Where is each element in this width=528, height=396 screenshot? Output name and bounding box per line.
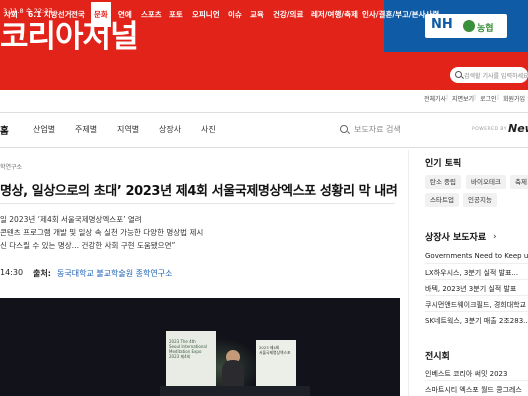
search-icon[interactable]	[455, 71, 462, 78]
sidebar-divider	[408, 150, 409, 396]
nav-item-education[interactable]: 교육	[250, 9, 264, 20]
listed-item-3[interactable]: 바텍, 2023년 3분기 실적 발표	[425, 284, 516, 294]
nav-item-society[interactable]: 사회	[4, 9, 18, 20]
util-print-view[interactable]: 지면보기	[452, 94, 474, 103]
exhibit-item-1[interactable]: 인베스트 코리아 써밋 2023	[425, 369, 507, 379]
exhibit-item-2[interactable]: 스마트시티 엑스포 월드 콩그레스	[425, 385, 522, 395]
article-subtitle-2: 콘텐츠 프로그램 개발 및 일상 속 실천 가능한 다양한 명상법 제시	[0, 228, 204, 237]
source-link[interactable]: 동국대학교 불교학술원 종학연구소	[57, 268, 173, 279]
list-divider	[425, 380, 528, 381]
press-search-icon[interactable]	[340, 125, 348, 133]
nav-item-opinion[interactable]: 오피니언	[192, 9, 220, 20]
listed-item-1[interactable]: Governments Need to Keep up	[425, 252, 528, 260]
nav-item-election[interactable]: 6.1 지방선거	[28, 9, 72, 20]
exhibition-title: 전시회	[425, 352, 450, 362]
tag-carbon-neutral[interactable]: 탄소 중립	[425, 175, 461, 189]
nav-item-sports[interactable]: 스포츠	[141, 9, 162, 20]
ad-banner[interactable]: NH 농협	[384, 0, 528, 52]
section-by-industry[interactable]: 산업별	[33, 124, 55, 135]
article-photo[interactable]: 2023 The 4th Seoul International Meditat…	[0, 298, 400, 396]
article-subtitle-3: 신 다스릴 수 있는 명상… 건강한 사회 구현 도움됐으면”	[0, 241, 176, 250]
nav-item-national[interactable]: 전국	[71, 9, 85, 20]
listed-item-4[interactable]: 쿠시먼앤드웨이크필드, 경희대학교	[425, 300, 526, 310]
util-separator: |	[446, 94, 449, 101]
article-time: 14:30	[0, 268, 24, 277]
list-divider	[425, 311, 528, 312]
nav-item-health[interactable]: 건강/의료	[273, 9, 303, 20]
section-by-region[interactable]: 지역별	[117, 124, 139, 135]
nav-item-leisure[interactable]: 레저/여행/축제	[311, 9, 358, 20]
nav-item-issue[interactable]: 이슈	[228, 9, 242, 20]
nav-item-photo[interactable]: 포토	[169, 9, 183, 20]
util-login[interactable]: 로그인	[480, 94, 497, 103]
nav-item-culture[interactable]: 문화	[91, 2, 111, 27]
nh-leaf-icon	[463, 20, 475, 32]
newswire-logo[interactable]: New	[508, 122, 528, 135]
util-separator: |	[474, 94, 477, 101]
section-listed[interactable]: 상장사	[159, 124, 181, 135]
powered-by-label: POWERED BY	[472, 127, 508, 132]
main-nav	[0, 60, 528, 90]
section-photo[interactable]: 사진	[201, 124, 216, 135]
search-input[interactable]: 검색할 기사를 입력하세요.	[464, 71, 528, 80]
tag-startup[interactable]: 스타트업	[425, 193, 459, 207]
util-separator: |	[497, 94, 500, 101]
util-signup[interactable]: 회원가입	[503, 94, 525, 103]
tag-ai[interactable]: 인공지능	[463, 193, 497, 207]
press-search-input[interactable]: 보도자료 검색	[354, 124, 401, 135]
listed-item-5[interactable]: SK네트웍스, 3분기 매출 2조283...	[425, 316, 528, 326]
banner-label: 농협	[477, 24, 494, 34]
section-by-topic[interactable]: 주제별	[75, 124, 97, 135]
util-all-articles[interactable]: 전체기사	[424, 94, 446, 103]
source-label: 출처:	[33, 269, 51, 278]
trending-title: 인기 토픽	[425, 159, 462, 169]
breadcrumb[interactable]: 학연구소	[0, 162, 22, 171]
poster-left-line: 2023 제4회	[169, 354, 191, 359]
chevron-right-icon[interactable]: ›	[493, 232, 497, 242]
article-headline: 명상, 일상으로의 초대’ 2023년 제4회 서울국제명상엑스포 성황리 막 …	[0, 184, 398, 199]
poster-right-line: 서울국제명상엑스포	[259, 350, 291, 355]
article-subtitle-1: 일 2023년 ‘제4회 서울국제명상엑스포’ 열려	[0, 215, 142, 224]
list-divider	[425, 295, 528, 296]
tag-festival[interactable]: 축제	[510, 175, 528, 189]
listed-item-2[interactable]: LX하우시스, 3분기 실적 발표...	[425, 268, 518, 278]
listed-press-title[interactable]: 상장사 보도자료	[425, 230, 486, 243]
section-home[interactable]: 홈	[0, 123, 9, 137]
nav-item-personnel[interactable]: 인사/결혼/부고/본사사령	[362, 9, 439, 20]
list-divider	[425, 263, 528, 264]
headline-divider	[0, 203, 395, 204]
podium	[160, 386, 310, 396]
tag-biotech[interactable]: 바이오테크	[466, 175, 506, 189]
nav-item-entertainment[interactable]: 연예	[118, 9, 132, 20]
list-divider	[425, 279, 528, 280]
